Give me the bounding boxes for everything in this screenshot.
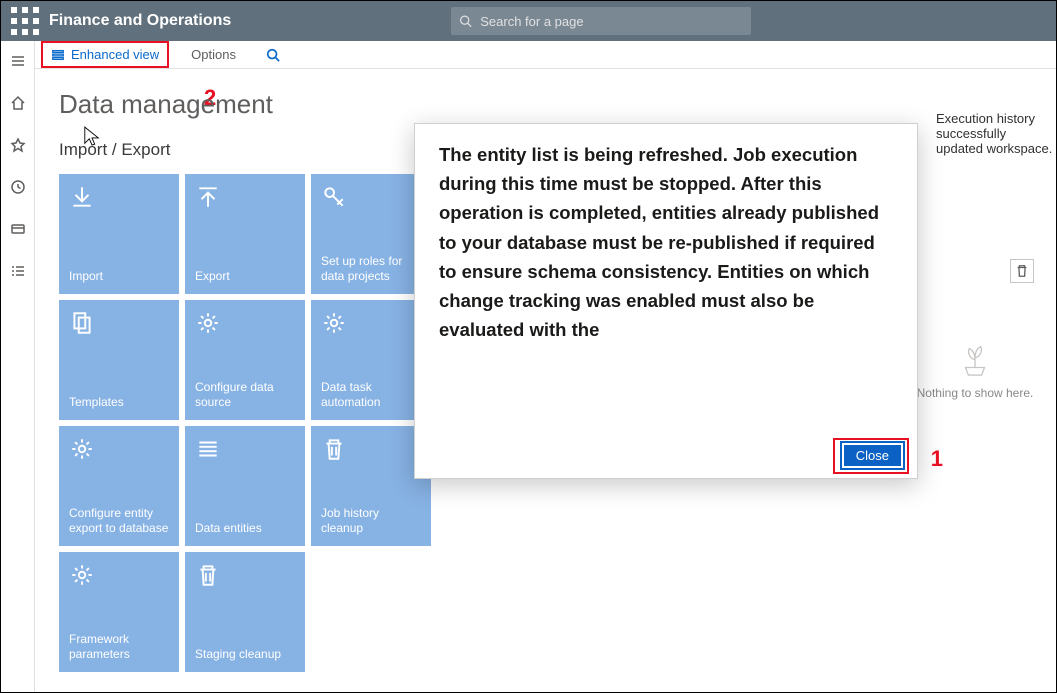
- search-input[interactable]: [480, 14, 743, 29]
- search-icon: [459, 14, 472, 28]
- tile-label: Data entities: [195, 521, 295, 536]
- empty-state: Nothing to show here.: [910, 251, 1040, 400]
- enhanced-view-button[interactable]: Enhanced view: [41, 41, 169, 68]
- tile-label: Data task automation: [321, 380, 421, 410]
- tile-export[interactable]: Export: [185, 174, 305, 294]
- tile-label: Import: [69, 269, 169, 284]
- tile-configure-data-source[interactable]: Configure data source: [185, 300, 305, 420]
- tile-label: Set up roles for data projects: [321, 254, 421, 284]
- tile-templates[interactable]: Templates: [59, 300, 179, 420]
- gear-icon: [321, 310, 347, 336]
- home-icon[interactable]: [4, 89, 32, 117]
- tile-label: Framework parameters: [69, 632, 169, 662]
- tile-data-task-automation[interactable]: Data task automation: [311, 300, 431, 420]
- key-icon: [321, 184, 347, 210]
- trash-icon: [195, 562, 221, 588]
- gear-icon: [69, 436, 95, 462]
- dialog-body-text: The entity list is being refreshed. Job …: [439, 140, 911, 414]
- modules-icon[interactable]: [4, 257, 32, 285]
- tile-job-history-cleanup[interactable]: Job history cleanup: [311, 426, 431, 546]
- annotation-1: 1: [931, 446, 943, 472]
- gear-icon: [69, 562, 95, 588]
- tile-label: Export: [195, 269, 295, 284]
- enhanced-view-label: Enhanced view: [71, 47, 159, 62]
- tile-roles[interactable]: Set up roles for data projects: [311, 174, 431, 294]
- tile-import[interactable]: Import: [59, 174, 179, 294]
- close-button[interactable]: Close: [842, 443, 903, 468]
- global-search[interactable]: [451, 7, 751, 35]
- copy-icon: [69, 310, 95, 336]
- options-label: Options: [191, 47, 236, 62]
- tile-configure-entity-export[interactable]: Configure entity export to database: [59, 426, 179, 546]
- gear-icon: [195, 310, 221, 336]
- command-search-button[interactable]: [258, 44, 288, 66]
- tile-label: Templates: [69, 395, 169, 410]
- tile-label: Staging cleanup: [195, 647, 295, 662]
- left-rail: [1, 41, 35, 692]
- empty-state-icon: [910, 339, 1040, 380]
- tile-framework-parameters[interactable]: Framework parameters: [59, 552, 179, 672]
- tile-staging-cleanup[interactable]: Staging cleanup: [185, 552, 305, 672]
- tile-label: Configure entity export to database: [69, 506, 169, 536]
- command-bar: Enhanced view Options: [35, 41, 1056, 69]
- list-icon: [195, 436, 221, 462]
- page-title: Data management: [59, 89, 1032, 120]
- hamburger-icon[interactable]: [4, 47, 32, 75]
- options-button[interactable]: Options: [183, 43, 244, 66]
- favorites-icon[interactable]: [4, 131, 32, 159]
- brand-title: Finance and Operations: [49, 12, 231, 30]
- tile-data-entities[interactable]: Data entities: [185, 426, 305, 546]
- download-icon: [69, 184, 95, 210]
- tile-label: Configure data source: [195, 380, 295, 410]
- empty-state-text: Nothing to show here.: [910, 386, 1040, 400]
- tile-label: Job history cleanup: [321, 506, 421, 536]
- recent-icon[interactable]: [4, 173, 32, 201]
- upload-icon: [195, 184, 221, 210]
- trash-icon: [321, 436, 347, 462]
- message-dialog: The entity list is being refreshed. Job …: [414, 123, 918, 479]
- workspaces-icon[interactable]: [4, 215, 32, 243]
- top-bar: Finance and Operations: [1, 1, 1056, 41]
- notification-text: Execution history successfully updated w…: [936, 111, 1056, 156]
- app-launcher-icon[interactable]: [9, 1, 41, 41]
